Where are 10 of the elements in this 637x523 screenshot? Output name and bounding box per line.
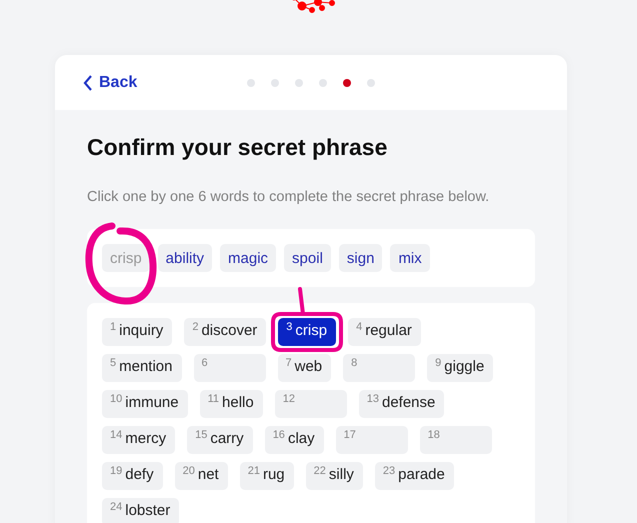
word-chip[interactable]: magic <box>220 244 276 272</box>
word-chip[interactable]: sign <box>338 244 382 272</box>
chevron-left-icon <box>83 74 93 90</box>
page-title: Confirm your secret phrase <box>87 134 388 161</box>
word-chip[interactable]: ability <box>158 244 212 272</box>
word-chip[interactable]: spoil <box>284 244 331 272</box>
back-button[interactable]: Back <box>83 74 138 92</box>
instruction-text: Click one by one 6 words to complete the secret phrase below. <box>87 189 490 205</box>
pen-loop <box>271 287 343 352</box>
word-chip[interactable]: mix <box>390 244 430 272</box>
